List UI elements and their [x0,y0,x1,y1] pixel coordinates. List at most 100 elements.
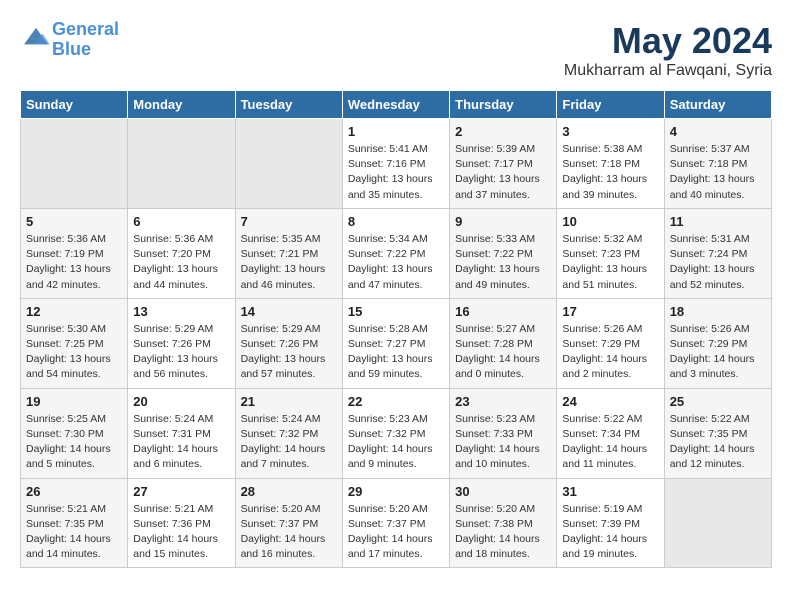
calendar-cell: 24 Sunrise: 5:22 AM Sunset: 7:34 PM Dayli… [557,388,664,478]
calendar-cell: 6 Sunrise: 5:36 AM Sunset: 7:20 PM Daylig… [128,208,235,298]
day-info: Sunrise: 5:39 AM Sunset: 7:17 PM Dayligh… [455,142,551,203]
calendar-cell: 31 Sunrise: 5:19 AM Sunset: 7:39 PM Dayli… [557,478,664,568]
calendar-cell: 12Sunrise: 5:30 AM Sunset: 7:25 PM Dayli… [21,298,128,388]
month-title: May 2024 [564,20,772,62]
day-info: Sunrise: 5:28 AM Sunset: 7:27 PM Dayligh… [348,322,444,383]
weekday-header-wednesday: Wednesday [342,91,449,119]
calendar-week-row: 26Sunrise: 5:21 AM Sunset: 7:35 PM Dayli… [21,478,772,568]
day-number: 13 [133,304,229,319]
day-info: Sunrise: 5:36 AM Sunset: 7:20 PM Dayligh… [133,232,229,293]
day-info: Sunrise: 5:41 AM Sunset: 7:16 PM Dayligh… [348,142,444,203]
calendar-cell: 4 Sunrise: 5:37 AM Sunset: 7:18 PM Daylig… [664,119,771,209]
calendar-cell: 19 Sunrise: 5:25 AM Sunset: 7:30 PM Dayli… [21,388,128,478]
calendar-cell: 18 Sunrise: 5:26 AM Sunset: 7:29 PM Dayli… [664,298,771,388]
day-number: 7 [241,214,337,229]
day-number: 1 [348,124,444,139]
day-number: 18 [670,304,766,319]
day-number: 10 [562,214,658,229]
day-number: 17 [562,304,658,319]
day-info: Sunrise: 5:34 AM Sunset: 7:22 PM Dayligh… [348,232,444,293]
calendar-week-row: 12Sunrise: 5:30 AM Sunset: 7:25 PM Dayli… [21,298,772,388]
day-info: Sunrise: 5:32 AM Sunset: 7:23 PM Dayligh… [562,232,658,293]
day-number: 25 [670,394,766,409]
day-number: 28 [241,484,337,499]
day-info: Sunrise: 5:21 AM Sunset: 7:35 PM Dayligh… [26,502,122,563]
calendar-cell: 2Sunrise: 5:39 AM Sunset: 7:17 PM Daylig… [450,119,557,209]
calendar-cell: 3 Sunrise: 5:38 AM Sunset: 7:18 PM Daylig… [557,119,664,209]
day-number: 20 [133,394,229,409]
day-info: Sunrise: 5:20 AM Sunset: 7:37 PM Dayligh… [348,502,444,563]
calendar-cell: 26Sunrise: 5:21 AM Sunset: 7:35 PM Dayli… [21,478,128,568]
weekday-header-thursday: Thursday [450,91,557,119]
day-number: 15 [348,304,444,319]
day-info: Sunrise: 5:23 AM Sunset: 7:32 PM Dayligh… [348,412,444,473]
calendar-cell: 5 Sunrise: 5:36 AM Sunset: 7:19 PM Daylig… [21,208,128,298]
day-info: Sunrise: 5:31 AM Sunset: 7:24 PM Dayligh… [670,232,766,293]
day-number: 24 [562,394,658,409]
day-info: Sunrise: 5:29 AM Sunset: 7:26 PM Dayligh… [241,322,337,383]
day-number: 9 [455,214,551,229]
day-number: 3 [562,124,658,139]
calendar-cell: 27Sunrise: 5:21 AM Sunset: 7:36 PM Dayli… [128,478,235,568]
logo: General Blue [20,20,119,60]
day-info: Sunrise: 5:26 AM Sunset: 7:29 PM Dayligh… [670,322,766,383]
day-info: Sunrise: 5:27 AM Sunset: 7:28 PM Dayligh… [455,322,551,383]
calendar-cell: 23 Sunrise: 5:23 AM Sunset: 7:33 PM Dayli… [450,388,557,478]
calendar-cell: 15 Sunrise: 5:28 AM Sunset: 7:27 PM Dayli… [342,298,449,388]
day-info: Sunrise: 5:24 AM Sunset: 7:31 PM Dayligh… [133,412,229,473]
day-number: 8 [348,214,444,229]
calendar-week-row: 5 Sunrise: 5:36 AM Sunset: 7:19 PM Daylig… [21,208,772,298]
calendar-cell [235,119,342,209]
day-info: Sunrise: 5:38 AM Sunset: 7:18 PM Dayligh… [562,142,658,203]
day-info: Sunrise: 5:33 AM Sunset: 7:22 PM Dayligh… [455,232,551,293]
day-info: Sunrise: 5:19 AM Sunset: 7:39 PM Dayligh… [562,502,658,563]
calendar-cell: 11 Sunrise: 5:31 AM Sunset: 7:24 PM Dayli… [664,208,771,298]
calendar-cell: 13 Sunrise: 5:29 AM Sunset: 7:26 PM Dayli… [128,298,235,388]
calendar-cell: 21Sunrise: 5:24 AM Sunset: 7:32 PM Dayli… [235,388,342,478]
weekday-header-tuesday: Tuesday [235,91,342,119]
calendar-cell: 29 Sunrise: 5:20 AM Sunset: 7:37 PM Dayli… [342,478,449,568]
day-number: 19 [26,394,122,409]
day-info: Sunrise: 5:29 AM Sunset: 7:26 PM Dayligh… [133,322,229,383]
weekday-header-saturday: Saturday [664,91,771,119]
day-info: Sunrise: 5:26 AM Sunset: 7:29 PM Dayligh… [562,322,658,383]
weekday-header-sunday: Sunday [21,91,128,119]
calendar-cell: 22 Sunrise: 5:23 AM Sunset: 7:32 PM Dayli… [342,388,449,478]
day-info: Sunrise: 5:36 AM Sunset: 7:19 PM Dayligh… [26,232,122,293]
weekday-header-monday: Monday [128,91,235,119]
weekday-header-friday: Friday [557,91,664,119]
day-info: Sunrise: 5:20 AM Sunset: 7:37 PM Dayligh… [241,502,337,563]
calendar-cell: 10 Sunrise: 5:32 AM Sunset: 7:23 PM Dayli… [557,208,664,298]
day-number: 5 [26,214,122,229]
logo-text: General Blue [52,20,119,60]
day-number: 11 [670,214,766,229]
calendar-cell: 9 Sunrise: 5:33 AM Sunset: 7:22 PM Daylig… [450,208,557,298]
calendar-cell: 14 Sunrise: 5:29 AM Sunset: 7:26 PM Dayli… [235,298,342,388]
day-info: Sunrise: 5:23 AM Sunset: 7:33 PM Dayligh… [455,412,551,473]
day-number: 4 [670,124,766,139]
calendar-cell: 16Sunrise: 5:27 AM Sunset: 7:28 PM Dayli… [450,298,557,388]
day-number: 29 [348,484,444,499]
day-info: Sunrise: 5:22 AM Sunset: 7:34 PM Dayligh… [562,412,658,473]
calendar-cell [664,478,771,568]
day-number: 6 [133,214,229,229]
day-number: 23 [455,394,551,409]
calendar-cell: 30Sunrise: 5:20 AM Sunset: 7:38 PM Dayli… [450,478,557,568]
day-info: Sunrise: 5:37 AM Sunset: 7:18 PM Dayligh… [670,142,766,203]
day-info: Sunrise: 5:25 AM Sunset: 7:30 PM Dayligh… [26,412,122,473]
day-info: Sunrise: 5:30 AM Sunset: 7:25 PM Dayligh… [26,322,122,383]
page-header: General Blue May 2024 Mukharram al Fawqa… [20,20,772,80]
day-info: Sunrise: 5:35 AM Sunset: 7:21 PM Dayligh… [241,232,337,293]
calendar-cell: 25Sunrise: 5:22 AM Sunset: 7:35 PM Dayli… [664,388,771,478]
calendar-cell: 28 Sunrise: 5:20 AM Sunset: 7:37 PM Dayli… [235,478,342,568]
calendar-table: SundayMondayTuesdayWednesdayThursdayFrid… [20,90,772,568]
day-number: 30 [455,484,551,499]
day-number: 14 [241,304,337,319]
day-info: Sunrise: 5:21 AM Sunset: 7:36 PM Dayligh… [133,502,229,563]
day-number: 21 [241,394,337,409]
location-subtitle: Mukharram al Fawqani, Syria [564,62,772,80]
day-number: 22 [348,394,444,409]
day-number: 31 [562,484,658,499]
title-area: May 2024 Mukharram al Fawqani, Syria [564,20,772,80]
calendar-cell [21,119,128,209]
